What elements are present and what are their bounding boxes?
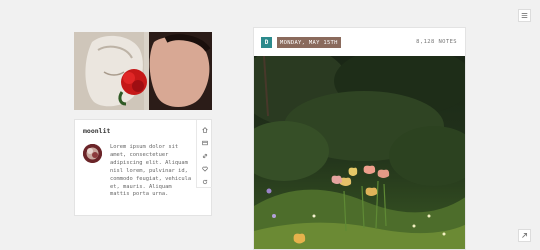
profile-card: moonlit Lorem ipsum dolor sit amet, cons… [74,119,212,216]
post-author-avatar[interactable]: D [261,37,272,48]
header-image [74,32,212,110]
post-date-badge[interactable]: MONDAY, MAY 15TH [277,37,341,48]
refresh-icon[interactable] [200,177,209,186]
heart-icon[interactable] [200,164,209,173]
nav-rail [196,120,212,188]
link-icon[interactable] [200,151,209,160]
post-photo[interactable] [254,56,465,249]
top-corner-button[interactable] [518,9,531,22]
home-icon[interactable] [200,125,209,134]
bottom-corner-button[interactable] [518,229,531,242]
post-card: D MONDAY, MAY 15TH 8,128 NOTES [253,27,466,250]
avatar[interactable] [83,144,102,163]
post-notes-count[interactable]: 8,128 NOTES [416,39,457,45]
expand-icon [522,232,528,238]
blog-description: Lorem ipsum dolor sit amet, consectetuer… [110,144,192,198]
blog-title[interactable]: moonlit [83,127,110,135]
post-header: D MONDAY, MAY 15TH 8,128 NOTES [254,28,465,56]
archive-icon[interactable] [200,138,209,147]
menu-lines-icon [521,12,528,19]
